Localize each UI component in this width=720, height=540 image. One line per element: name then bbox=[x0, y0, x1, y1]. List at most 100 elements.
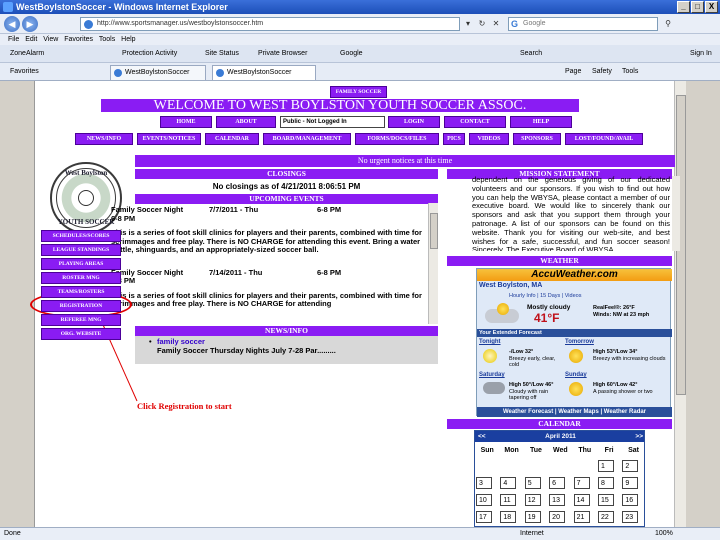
nav-news-info[interactable]: NEWS/INFO bbox=[75, 133, 133, 145]
tab-2[interactable]: WestBoylstonSoccer bbox=[212, 65, 316, 80]
calendar-day[interactable]: 20 bbox=[549, 511, 566, 523]
calendar-day[interactable]: 19 bbox=[524, 511, 541, 523]
calendar-day[interactable]: 1 bbox=[597, 460, 614, 472]
saturday-link[interactable]: Saturday bbox=[479, 372, 505, 378]
zonealarm-button[interactable]: ZoneAlarm bbox=[10, 45, 44, 63]
search-button[interactable]: Search bbox=[520, 45, 542, 63]
page-scrollbar[interactable] bbox=[674, 81, 686, 527]
side-roster-mng[interactable]: ROSTER MNG bbox=[41, 272, 121, 284]
side-league-standings[interactable]: LEAGUE STANDINGS bbox=[41, 244, 121, 256]
calendar-day-cell[interactable]: 9 bbox=[621, 477, 644, 494]
calendar-day-cell[interactable]: 21 bbox=[573, 511, 597, 526]
minimize-button[interactable]: _ bbox=[677, 1, 690, 13]
page-menu[interactable]: Page bbox=[565, 63, 581, 81]
side-referee-mng[interactable]: REFEREE MNG bbox=[41, 314, 121, 326]
calendar-day[interactable]: 3 bbox=[476, 477, 492, 489]
mission-scrollbar[interactable] bbox=[672, 176, 680, 251]
calendar-day[interactable]: 9 bbox=[622, 477, 639, 489]
calendar-day[interactable]: 2 bbox=[622, 460, 639, 472]
nav-home[interactable]: HOME bbox=[160, 116, 212, 128]
family-soccer-banner[interactable]: FAMILY SOCCER bbox=[330, 86, 387, 98]
calendar-day-cell[interactable]: 5 bbox=[524, 477, 548, 494]
menu-tools[interactable]: Tools bbox=[99, 36, 115, 43]
stop-icon[interactable]: ✕ bbox=[490, 17, 502, 31]
calendar-day-cell[interactable]: 14 bbox=[573, 494, 597, 511]
calendar-day-cell[interactable]: 23 bbox=[621, 511, 644, 526]
site-status-button[interactable]: Site Status bbox=[205, 45, 239, 63]
tomorrow-link[interactable]: Tomorrow bbox=[565, 339, 594, 345]
calendar-day-cell[interactable]: 11 bbox=[499, 494, 523, 511]
safety-menu[interactable]: Safety bbox=[592, 63, 612, 81]
calendar-day-cell[interactable]: 4 bbox=[499, 477, 523, 494]
tools-menu[interactable]: Tools bbox=[622, 63, 638, 81]
calendar-day-cell[interactable]: 19 bbox=[524, 511, 548, 526]
weather-location[interactable]: West Boylston, MA bbox=[479, 282, 542, 289]
calendar-day[interactable]: 17 bbox=[476, 511, 492, 523]
nav-contact[interactable]: CONTACT bbox=[444, 116, 506, 128]
calendar-day-cell[interactable]: 12 bbox=[524, 494, 548, 511]
nav-calendar[interactable]: CALENDAR bbox=[205, 133, 259, 145]
calendar-day[interactable]: 18 bbox=[500, 511, 517, 523]
next-month-button[interactable]: >> bbox=[635, 431, 643, 442]
calendar-day-cell[interactable]: 16 bbox=[621, 494, 644, 511]
calendar-day[interactable]: 16 bbox=[622, 494, 639, 506]
calendar-day[interactable]: 13 bbox=[549, 494, 566, 506]
calendar-day[interactable]: 23 bbox=[622, 511, 639, 523]
zoom-level[interactable]: 100% bbox=[655, 528, 673, 540]
url-field[interactable]: http://www.sportsmanager.us/westboylston… bbox=[80, 17, 460, 31]
side-org-website[interactable]: ORG. WEBSITE bbox=[41, 328, 121, 340]
side-registration[interactable]: REGISTRATION bbox=[41, 300, 121, 312]
calendar-day-cell[interactable]: 7 bbox=[573, 477, 597, 494]
calendar-day-cell[interactable]: 1 bbox=[597, 460, 621, 477]
search-input[interactable]: Google bbox=[508, 17, 658, 31]
prev-month-button[interactable]: << bbox=[478, 431, 486, 442]
sign-in-button[interactable]: Sign In bbox=[690, 45, 712, 63]
search-icon[interactable]: ⚲ bbox=[662, 17, 674, 31]
side-teams-rosters[interactable]: TEAMS/ROSTERS bbox=[41, 286, 121, 298]
calendar-day[interactable]: 5 bbox=[524, 477, 541, 489]
private-browser-button[interactable]: Private Browser bbox=[258, 45, 307, 63]
nav-help[interactable]: HELP bbox=[510, 116, 572, 128]
menu-view[interactable]: View bbox=[43, 36, 58, 43]
calendar-day[interactable]: 12 bbox=[524, 494, 541, 506]
menu-file[interactable]: File bbox=[8, 36, 19, 43]
calendar-day[interactable]: 15 bbox=[597, 494, 614, 506]
calendar-day-cell[interactable]: 8 bbox=[597, 477, 621, 494]
dropdown-icon[interactable]: ▾ bbox=[462, 17, 474, 31]
side-playing-areas[interactable]: PLAYING AREAS bbox=[41, 258, 121, 270]
sunday-link[interactable]: Sunday bbox=[565, 372, 587, 378]
events-list[interactable]: Family Soccer Night 6-8 PM 7/7/2011 - Thu… bbox=[107, 203, 434, 324]
calendar-day-cell[interactable]: 15 bbox=[597, 494, 621, 511]
side-schedules-scores[interactable]: SCHEDULES/SCORES bbox=[41, 230, 121, 242]
close-button[interactable]: X bbox=[705, 1, 718, 13]
refresh-icon[interactable]: ↻ bbox=[476, 17, 488, 31]
back-icon[interactable]: ◀ bbox=[4, 16, 20, 32]
nav-about[interactable]: ABOUT bbox=[216, 116, 276, 128]
calendar-day-cell[interactable]: 22 bbox=[597, 511, 621, 526]
nav-pics[interactable]: PICS bbox=[443, 133, 465, 145]
calendar-day-cell[interactable]: 13 bbox=[548, 494, 572, 511]
nav-forms-docs-files[interactable]: FORMS/DOCS/FILES bbox=[355, 133, 439, 145]
nav-events-notices[interactable]: EVENTS/NOTICES bbox=[137, 133, 201, 145]
calendar-day-cell[interactable]: 17 bbox=[475, 511, 499, 526]
accuweather-logo[interactable]: AccuWeather.com bbox=[477, 269, 672, 281]
calendar-day[interactable]: 14 bbox=[573, 494, 590, 506]
calendar-day-cell[interactable]: 18 bbox=[499, 511, 523, 526]
tab-1[interactable]: WestBoylstonSoccer bbox=[110, 65, 206, 80]
calendar-day[interactable]: 4 bbox=[500, 477, 517, 489]
events-scrollbar[interactable] bbox=[428, 203, 438, 324]
menu-favorites[interactable]: Favorites bbox=[64, 36, 93, 43]
nav-board-management[interactable]: BOARD/MANAGEMENT bbox=[263, 133, 351, 145]
menu-help[interactable]: Help bbox=[121, 36, 135, 43]
events-scroll-thumb[interactable] bbox=[430, 213, 438, 249]
forward-icon[interactable]: ▶ bbox=[22, 16, 38, 32]
menu-edit[interactable]: Edit bbox=[25, 36, 37, 43]
calendar-day-cell[interactable]: 6 bbox=[548, 477, 572, 494]
calendar-day-cell[interactable]: 3 bbox=[475, 477, 499, 494]
calendar-day-cell[interactable]: 10 bbox=[475, 494, 499, 511]
calendar-day-cell[interactable]: 2 bbox=[621, 460, 644, 477]
calendar-day-cell[interactable]: 20 bbox=[548, 511, 572, 526]
calendar-day[interactable]: 11 bbox=[500, 494, 517, 506]
nav-videos[interactable]: VIDEOS bbox=[469, 133, 509, 145]
weather-links[interactable]: Hourly Info | 15 Days | Videos bbox=[509, 293, 581, 299]
